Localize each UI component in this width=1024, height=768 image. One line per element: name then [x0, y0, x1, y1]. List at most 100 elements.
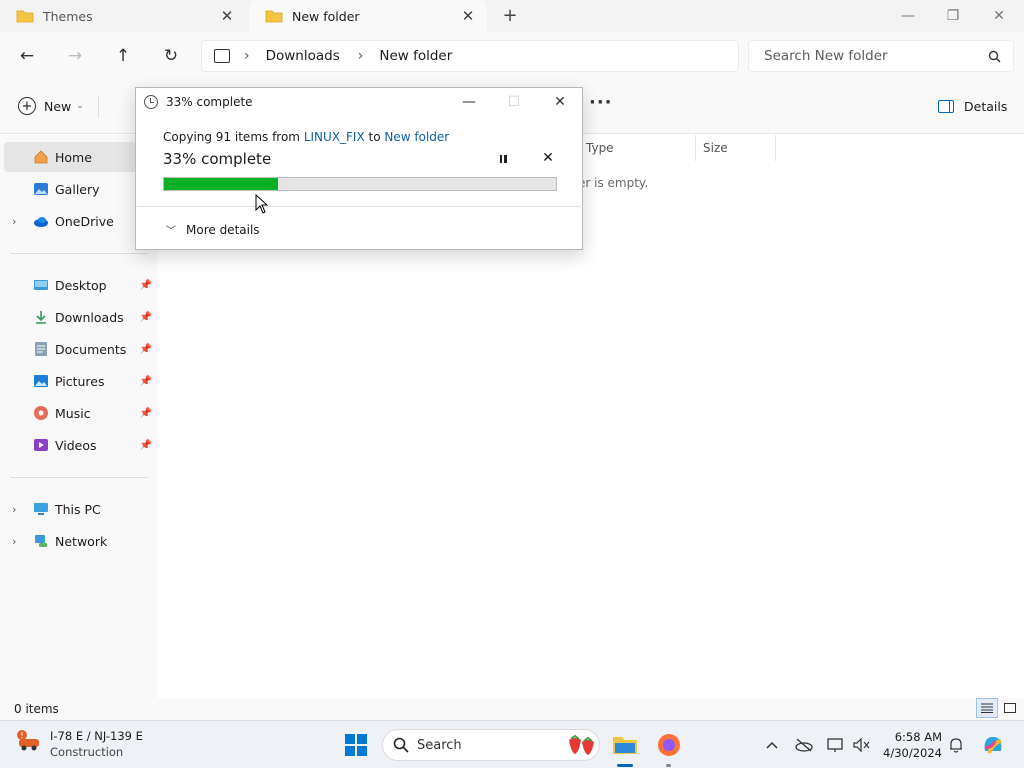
minimize-button[interactable]: —	[885, 0, 931, 32]
cancel-copy-button[interactable]: ✕	[539, 149, 557, 167]
pin-icon[interactable]: 📌	[140, 440, 152, 451]
network-icon	[35, 535, 47, 547]
taskbar: ! I-78 E / NJ-139 E Construction Search …	[0, 720, 1024, 768]
search-box[interactable]: Search New folder	[748, 40, 1014, 72]
pin-icon[interactable]: 📌	[140, 376, 152, 387]
copy-progress-dialog: 33% complete — ☐ ✕ Copying 91 items from…	[135, 87, 583, 250]
breadcrumb-downloads[interactable]: Downloads	[266, 48, 340, 64]
volume-muted-icon[interactable]	[852, 735, 872, 755]
tiles-view-icon	[1004, 702, 1016, 713]
more-details-label: More details	[186, 222, 260, 237]
forward-button[interactable]: →	[62, 44, 88, 68]
refresh-button[interactable]: ↻	[158, 44, 184, 68]
dialog-close-button[interactable]: ✕	[537, 88, 583, 116]
column-header-type[interactable]: Type	[578, 135, 696, 161]
copilot-button[interactable]	[980, 732, 1006, 758]
column-header-size[interactable]: Size	[695, 135, 775, 161]
svg-text:!: !	[20, 731, 23, 740]
sidebar-item-downloads[interactable]: Downloads 📌	[4, 302, 154, 332]
tab-themes[interactable]: Themes ✕	[0, 0, 246, 32]
sidebar-item-onedrive[interactable]: › OneDrive	[4, 206, 154, 236]
desktop-icon	[34, 280, 48, 290]
details-button[interactable]: Details	[938, 99, 1007, 114]
tab-label: New folder	[292, 8, 360, 24]
taskbar-search[interactable]: Search	[382, 729, 600, 761]
pin-icon[interactable]: 📌	[140, 344, 152, 355]
progress-fill	[164, 178, 278, 190]
home-icon	[34, 150, 48, 164]
sidebar-item-pictures[interactable]: Pictures 📌	[4, 366, 154, 396]
tiles-view-button[interactable]	[999, 698, 1021, 718]
tab-new-folder[interactable]: New folder ✕	[249, 0, 487, 32]
details-pane-icon	[938, 100, 954, 113]
traffic-warning-icon: !	[17, 730, 39, 751]
taskbar-file-explorer[interactable]	[610, 730, 640, 760]
mouse-cursor-icon	[255, 194, 268, 214]
pin-icon[interactable]: 📌	[140, 280, 152, 291]
sidebar-item-videos[interactable]: Videos 📌	[4, 430, 154, 460]
sidebar-item-label: Pictures	[55, 373, 105, 389]
breadcrumb-new-folder[interactable]: New folder	[379, 48, 452, 64]
chevron-right-icon[interactable]: ›	[12, 503, 16, 516]
onedrive-status-icon[interactable]	[794, 735, 814, 755]
chevron-right-icon[interactable]: ›	[358, 48, 364, 64]
more-options-button[interactable]: ···	[589, 92, 613, 113]
sidebar-item-label: Music	[55, 405, 91, 421]
sidebar-item-documents[interactable]: Documents 📌	[4, 334, 154, 364]
sidebar-item-gallery[interactable]: Gallery	[4, 174, 154, 204]
close-icon[interactable]: ✕	[218, 7, 236, 25]
chevron-right-icon[interactable]: ›	[12, 215, 16, 228]
folder-icon	[265, 10, 283, 23]
system-clock[interactable]: 6:58 AM 4/30/2024	[878, 729, 942, 761]
pc-icon	[214, 49, 230, 63]
start-button[interactable]	[344, 733, 368, 757]
new-button[interactable]: + New ⌄	[18, 97, 84, 115]
notifications-button[interactable]	[946, 735, 966, 755]
divider	[98, 96, 99, 118]
new-tab-button[interactable]: +	[500, 6, 520, 26]
up-button[interactable]: ↑	[110, 44, 136, 68]
divider	[137, 206, 583, 207]
sidebar-item-label: Home	[55, 149, 92, 165]
destination-link[interactable]: New folder	[384, 130, 449, 144]
taskbar-search-label: Search	[417, 737, 462, 753]
divider	[10, 477, 148, 478]
weather-widget[interactable]: ! I-78 E / NJ-139 E Construction	[16, 729, 143, 759]
copy-description: Copying 91 items from LINUX_FIX to New f…	[163, 130, 449, 144]
sidebar-item-network[interactable]: › Network	[4, 526, 154, 556]
sidebar-item-this-pc[interactable]: › This PC	[4, 494, 154, 524]
active-indicator	[617, 764, 633, 767]
sidebar-item-label: Gallery	[55, 181, 100, 197]
pc-icon	[34, 503, 48, 515]
strawberry-icon	[569, 734, 594, 755]
dialog-minimize-button[interactable]: —	[446, 88, 492, 116]
downloads-icon	[36, 311, 46, 324]
firefox-icon	[658, 734, 680, 756]
divider	[10, 253, 148, 254]
address-bar[interactable]: › Downloads › New folder	[201, 40, 739, 72]
close-icon[interactable]: ✕	[459, 7, 477, 25]
music-icon	[34, 406, 48, 420]
pin-icon[interactable]: 📌	[140, 408, 152, 419]
sidebar-item-home[interactable]: Home	[4, 142, 154, 172]
pin-icon[interactable]: 📌	[140, 312, 152, 323]
sidebar-item-desktop[interactable]: Desktop 📌	[4, 270, 154, 300]
pause-button[interactable]	[494, 150, 512, 168]
restore-button[interactable]: ❐	[930, 0, 976, 32]
details-view-button[interactable]	[976, 698, 998, 718]
display-icon[interactable]	[826, 735, 846, 755]
show-hidden-icons-button[interactable]	[762, 735, 782, 755]
weather-line1: I-78 E / NJ-139 E	[50, 729, 143, 743]
chevron-right-icon[interactable]: ›	[12, 535, 16, 548]
more-details-button[interactable]: ﹀ More details	[166, 222, 260, 238]
tab-label: Themes	[43, 8, 93, 24]
close-window-button[interactable]: ✕	[976, 0, 1022, 32]
taskbar-firefox[interactable]	[654, 730, 684, 760]
plus-icon: +	[18, 97, 36, 115]
source-link[interactable]: LINUX_FIX	[304, 130, 365, 144]
sidebar-item-music[interactable]: Music 📌	[4, 398, 154, 428]
back-button[interactable]: ←	[14, 44, 40, 68]
search-input[interactable]: Search New folder	[764, 48, 988, 64]
chevron-right-icon[interactable]: ›	[244, 48, 250, 64]
sidebar-item-label: This PC	[55, 501, 101, 517]
